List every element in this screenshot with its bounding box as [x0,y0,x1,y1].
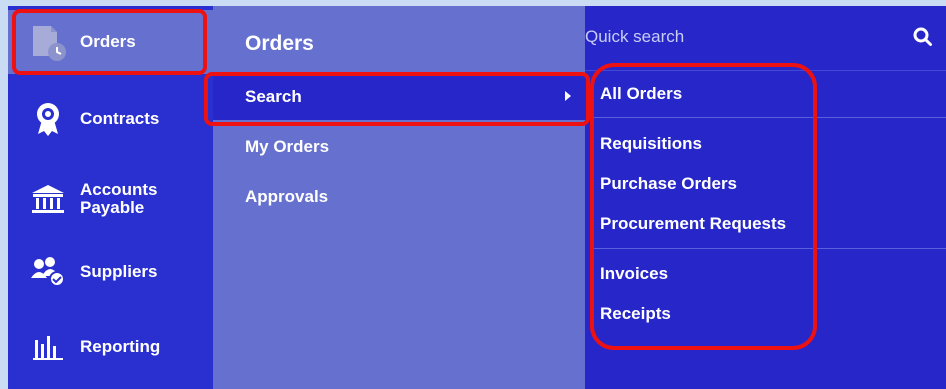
submenu-title: Orders [245,32,314,55]
search-option-requisitions[interactable]: Requisitions [600,134,702,154]
submenu-item-approvals[interactable]: Approvals [213,174,585,220]
suppliers-group-icon [26,256,70,288]
nav-label-suppliers: Suppliers [80,262,158,281]
submenu-label-search: Search [245,87,302,106]
quick-search-input[interactable] [585,20,885,54]
search-option-receipts[interactable]: Receipts [600,304,671,324]
search-panel: All Orders Requisitions Purchase Orders … [585,6,946,389]
search-option-all-orders[interactable]: All Orders [600,84,682,104]
search-option-invoices[interactable]: Invoices [600,264,668,284]
nav-label-accounts-payable: Accounts Payable [80,180,158,217]
search-icon[interactable] [912,26,934,48]
divider [594,248,946,249]
submenu-label-approvals: Approvals [245,187,329,206]
divider [594,117,946,118]
search-option-procurement-requests[interactable]: Procurement Requests [600,214,786,234]
nav-item-contracts[interactable]: Contracts [8,88,213,150]
nav-label-orders: Orders [80,32,136,51]
search-option-purchase-orders[interactable]: Purchase Orders [600,174,737,194]
nav-item-accounts-payable[interactable]: Accounts Payable [8,164,213,234]
nav-label-contracts: Contracts [80,109,160,128]
bar-chart-icon [26,334,70,360]
chevron-right-icon [565,91,571,101]
nav-item-reporting[interactable]: Reporting [8,316,213,378]
submenu-label-my-orders: My Orders [245,137,330,156]
orders-submenu: Orders Search My Orders Approvals [213,6,585,389]
app-frame: Orders Contracts Accounts Payable Suppli… [0,0,946,389]
submenu-item-my-orders[interactable]: My Orders [213,124,585,170]
orders-clock-icon [26,22,70,62]
submenu-item-search[interactable]: Search [213,74,585,120]
award-ribbon-icon [26,102,70,136]
quick-search-bar [585,6,946,71]
bank-icon [26,184,70,214]
nav-item-orders[interactable]: Orders [8,10,213,74]
nav-item-suppliers[interactable]: Suppliers [8,242,213,302]
nav-label-reporting: Reporting [80,337,161,356]
main-nav: Orders Contracts Accounts Payable Suppli… [8,6,213,389]
